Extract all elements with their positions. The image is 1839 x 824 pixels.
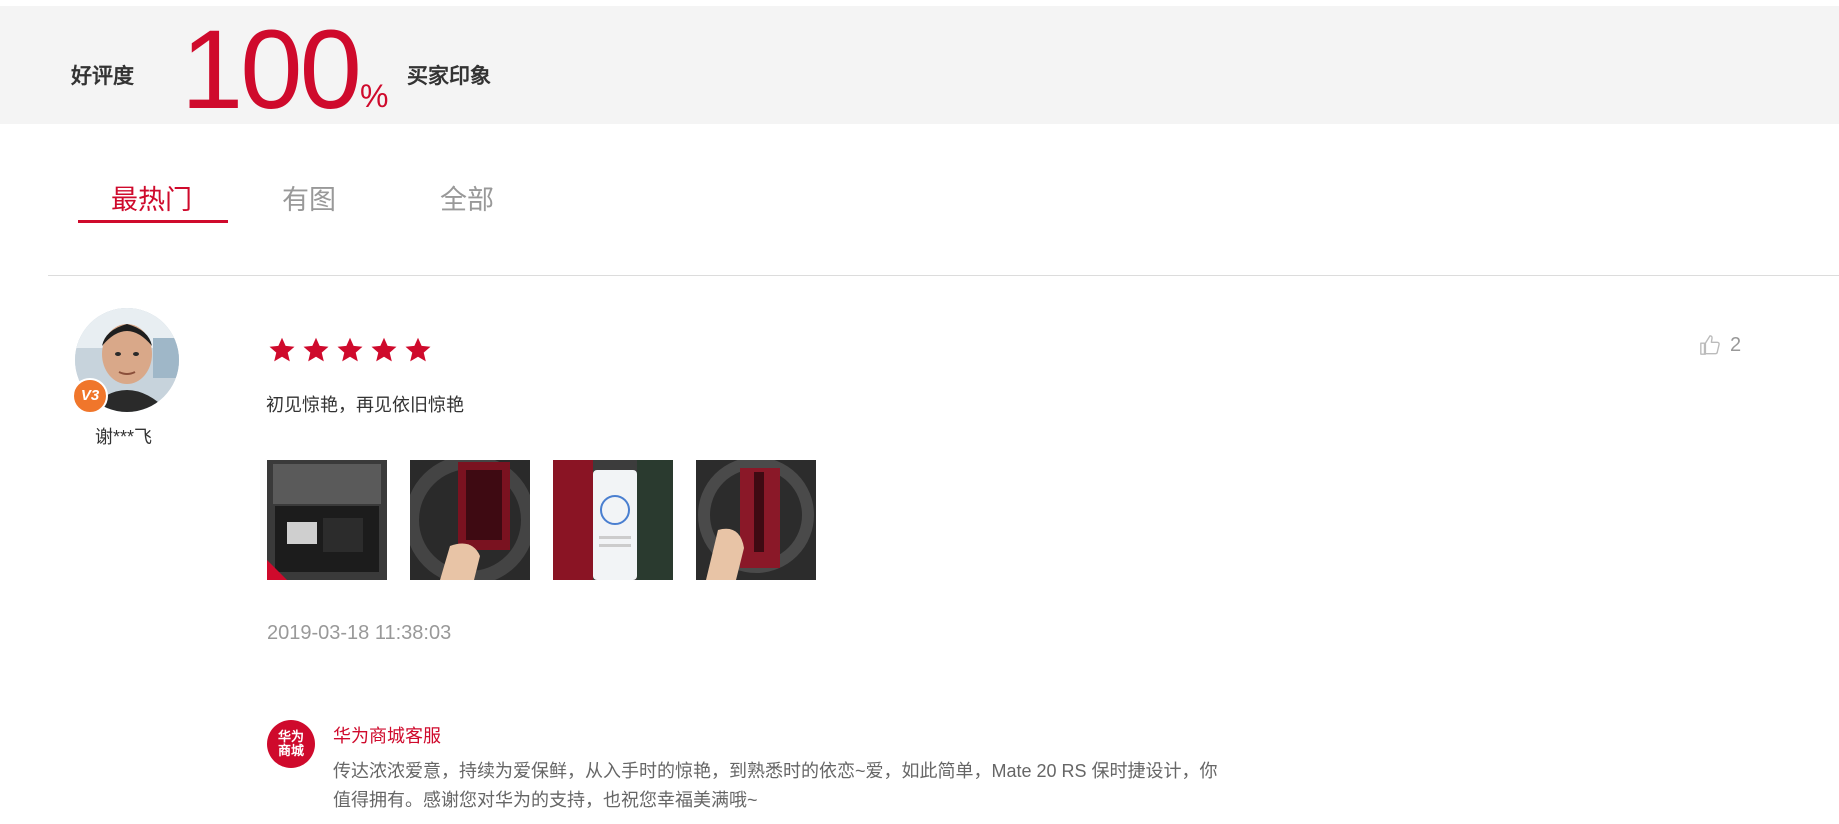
like-count: 2 (1730, 334, 1742, 356)
top-border (0, 0, 1839, 4)
review-photos (267, 460, 816, 580)
review-timestamp: 2019-03-18 11:38:03 (267, 622, 452, 644)
review-photo[interactable] (696, 460, 816, 580)
reviewer-username: 谢***飞 (95, 427, 153, 447)
star-icon (371, 337, 397, 362)
tab-all[interactable]: 全部 (440, 178, 494, 217)
active-tab-indicator (78, 220, 228, 223)
tab-hottest[interactable]: 最热门 (111, 178, 192, 217)
review-photo[interactable] (410, 460, 530, 580)
thumbs-up-icon[interactable] (1699, 334, 1721, 356)
rating-unit: % (360, 78, 389, 114)
buyer-impression-label: 买家印象 (407, 65, 491, 88)
rating-summary: 好评度 100 % 买家印象 (0, 6, 1839, 132)
huawei-store-logo-text: 华为商城 (277, 729, 304, 758)
tabs-divider (48, 275, 1839, 276)
huawei-store-logo: 华为商城 (267, 720, 315, 768)
vip-level-badge: V3 (72, 378, 108, 414)
star-icon (337, 337, 363, 362)
rating-value: 100 (181, 7, 362, 132)
star-icon (405, 337, 431, 362)
star-rating (268, 336, 432, 364)
review-photo[interactable] (553, 460, 673, 580)
service-reply-text: 传达浓浓爱意，持续为爱保鲜，从入手时的惊艳，到熟悉时的依恋~爱，如此简单，Mat… (333, 761, 1218, 810)
star-icon (269, 337, 295, 362)
star-icon (303, 337, 329, 362)
rating-label: 好评度 (71, 65, 134, 88)
service-reply-name: 华为商城客服 (333, 726, 441, 746)
review-photo[interactable] (267, 460, 387, 580)
review-comment: 初见惊艳，再见依旧惊艳 (266, 395, 464, 415)
tab-with-photos[interactable]: 有图 (282, 178, 336, 217)
